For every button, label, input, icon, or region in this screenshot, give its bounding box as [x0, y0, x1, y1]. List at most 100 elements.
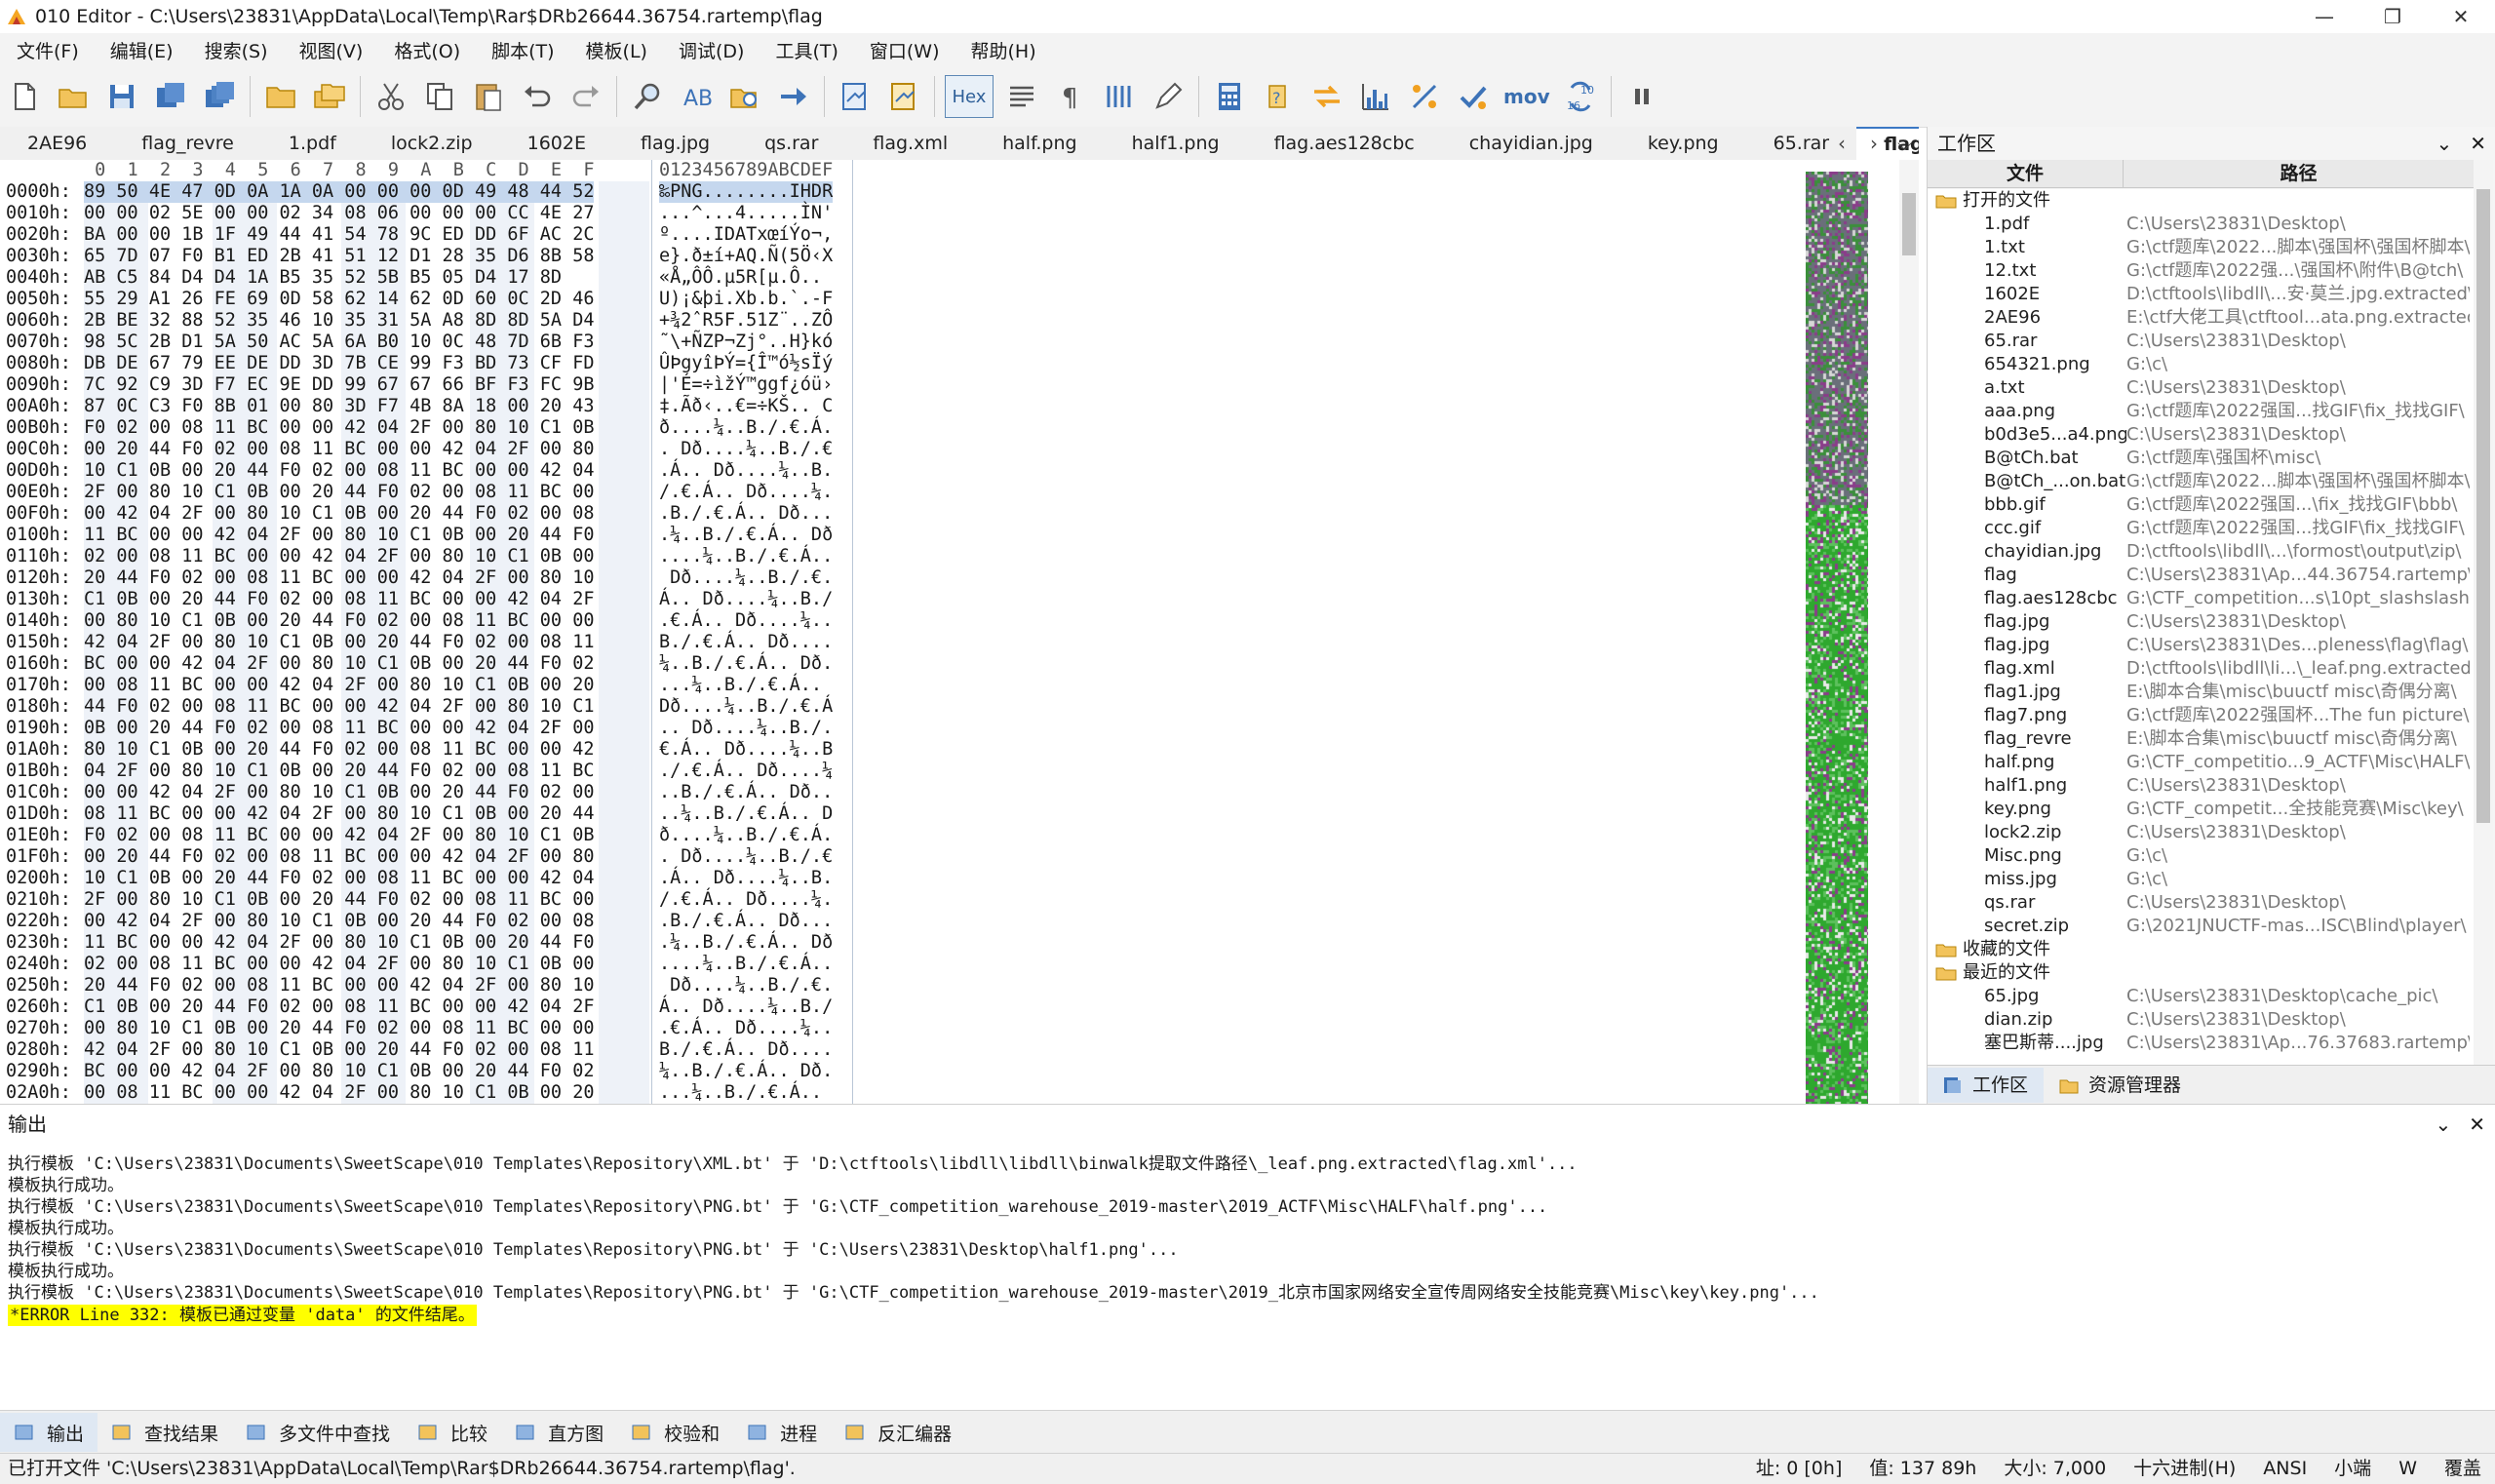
- row-hex-bytes[interactable]: 10 C1 0B 00 20 44 F0 02 00 08 11 BC 00 0…: [84, 460, 594, 482]
- row-hex-bytes[interactable]: F0 02 00 08 11 BC 00 00 42 04 2F 00 80 1…: [84, 825, 594, 846]
- workspace-file-row[interactable]: half.png G:\CTF_competitio...9_ACTF\Misc\…: [1928, 751, 2474, 774]
- row-ascii[interactable]: ..¼..B./.€.Á.. D: [659, 803, 833, 825]
- row-ascii[interactable]: .€.Á.. Dð....¼..: [659, 610, 833, 632]
- workspace-file-row[interactable]: ccc.gif G:\ctf题库\2022强国...找GIF\fix_找找GIF\: [1928, 517, 2474, 540]
- maximize-button[interactable]: ❐: [2359, 0, 2427, 33]
- row-hex-bytes[interactable]: 00 00 02 5E 00 00 02 34 08 06 00 00 00 C…: [84, 203, 594, 224]
- column-file[interactable]: 文件: [1928, 160, 2124, 187]
- hex-editor[interactable]: 0 1 2 3 4 5 6 7 8 9 A B C D E F 01234567…: [0, 160, 1919, 1104]
- row-hex-bytes[interactable]: 42 04 2F 00 80 10 C1 0B 00 20 44 F0 02 0…: [84, 632, 594, 653]
- workspace-file-row[interactable]: flag7.png G:\ctf题库\2022强国杯...The fun pict…: [1928, 704, 2474, 727]
- copy-button[interactable]: [418, 73, 461, 120]
- workspace-file-row[interactable]: 654321.png G:\c\: [1928, 353, 2474, 376]
- row-ascii[interactable]: Dð....¼..B./.€.: [659, 975, 833, 996]
- row-ascii[interactable]: B./.€.Á.. Dð....: [659, 1039, 833, 1061]
- menu-item[interactable]: 文件(F): [0, 37, 94, 63]
- row-ascii[interactable]: .. Dð....¼..B./.: [659, 718, 833, 739]
- workspace-group[interactable]: 收藏的文件: [1935, 938, 2050, 961]
- workspace-file-list[interactable]: 打开的文件 1.pdf C:\Users\23831\Desktop\ 1.txt G:…: [1928, 189, 2474, 1065]
- bottom-tab[interactable]: 直方图: [501, 1413, 617, 1452]
- row-hex-bytes[interactable]: BC 00 00 42 04 2F 00 80 10 C1 0B 00 20 4…: [84, 1061, 594, 1082]
- row-hex-bytes[interactable]: 00 42 04 2F 00 80 10 C1 0B 00 20 44 F0 0…: [84, 911, 594, 932]
- file-tab[interactable]: half.png: [975, 127, 1104, 160]
- row-ascii[interactable]: «Å„ÔÔ.µ5R[µ.Ô..: [659, 267, 822, 289]
- undo-button[interactable]: [516, 73, 559, 120]
- workspace-file-row[interactable]: flag C:\Users\23831\Ap...44.36754.rartemp…: [1928, 564, 2474, 587]
- columns-button[interactable]: [1098, 73, 1141, 120]
- disassembler-button[interactable]: mov: [1503, 85, 1550, 108]
- open-folder-button[interactable]: [259, 73, 302, 120]
- row-ascii[interactable]: ....¼..B./.€.Á..: [659, 546, 833, 567]
- status-mode[interactable]: 十六进制(H): [2120, 1454, 2249, 1484]
- histogram-button[interactable]: [1354, 73, 1397, 120]
- status-overwrite[interactable]: 覆盖: [2431, 1454, 2495, 1484]
- tab-workspace[interactable]: 工作区: [1928, 1068, 2045, 1103]
- workspace-file-row[interactable]: 1.pdf C:\Users\23831\Desktop\: [1928, 213, 2474, 236]
- compare-button[interactable]: [1306, 73, 1348, 120]
- calculator-button[interactable]: [1208, 73, 1251, 120]
- workspace-file-row[interactable]: flag.jpg C:\Users\23831\Des...pleness\fla…: [1928, 634, 2474, 657]
- menu-item[interactable]: 调试(D): [662, 37, 759, 63]
- file-tab[interactable]: lock2.zip: [364, 127, 500, 160]
- file-tab[interactable]: flag_revre: [114, 127, 261, 160]
- row-ascii[interactable]: ‡.Ãð‹..€=÷KŠ.. C: [659, 396, 833, 417]
- row-ascii[interactable]: .Á.. Dð....¼..B.: [659, 868, 833, 889]
- row-ascii[interactable]: ÛÞgyîÞÝ={Î™ó½sÏý: [659, 353, 833, 374]
- row-hex-bytes[interactable]: 08 11 BC 00 00 42 04 2F 00 80 10 C1 0B 0…: [84, 803, 594, 825]
- status-encoding[interactable]: ANSI: [2249, 1454, 2320, 1484]
- row-ascii[interactable]: ¼..B./.€.Á.. Dð.: [659, 653, 833, 675]
- tab-next-icon[interactable]: ›: [1870, 127, 1878, 160]
- row-hex-bytes[interactable]: 65 7D 07 F0 B1 ED 2B 41 51 12 D1 28 35 D…: [84, 246, 594, 267]
- file-tab[interactable]: 1.pdf: [261, 127, 364, 160]
- row-ascii[interactable]: . Dð....¼..B./.€: [659, 846, 833, 868]
- row-hex-bytes[interactable]: BA 00 00 1B 1F 49 44 41 54 78 9C ED DD 6…: [84, 224, 594, 246]
- row-hex-bytes[interactable]: 80 10 C1 0B 00 20 44 F0 02 00 08 11 BC 0…: [84, 739, 594, 761]
- workspace-file-row[interactable]: 65.jpg C:\Users\23831\Desktop\cache_pic\: [1928, 985, 2474, 1008]
- menu-item[interactable]: 格式(O): [377, 37, 475, 63]
- row-hex-bytes[interactable]: 0B 00 20 44 F0 02 00 08 11 BC 00 00 42 0…: [84, 718, 594, 739]
- hex-vertical-scrollbar[interactable]: [1899, 160, 1919, 1104]
- workspace-file-row[interactable]: chayidian.jpg D:\ctftools\libdll\...\form…: [1928, 540, 2474, 564]
- workspace-file-row[interactable]: flag.xml D:\ctftools\libdll\li...\_leaf.p…: [1928, 657, 2474, 681]
- hex-scroll-thumb[interactable]: [1902, 193, 1916, 255]
- menu-item[interactable]: 编辑(E): [94, 37, 188, 63]
- row-ascii[interactable]: e}.ð±í+AQ.Ñ(5Ö‹X: [659, 246, 833, 267]
- bottom-tab[interactable]: 多文件中查找: [232, 1413, 404, 1452]
- file-tab[interactable]: 1602E: [500, 127, 613, 160]
- file-tab[interactable]: qs.rar: [737, 127, 845, 160]
- row-hex-bytes[interactable]: 00 20 44 F0 02 00 08 11 BC 00 00 42 04 2…: [84, 846, 594, 868]
- row-ascii[interactable]: ð....¼..B./.€.Á.: [659, 825, 833, 846]
- row-hex-bytes[interactable]: 00 42 04 2F 00 80 10 C1 0B 00 20 44 F0 0…: [84, 503, 594, 525]
- row-ascii[interactable]: €.Á.. Dð....¼..B: [659, 739, 833, 761]
- row-ascii[interactable]: /.€.Á.. Dð....¼.: [659, 482, 833, 503]
- workspace-file-row[interactable]: Misc.png G:\c\: [1928, 844, 2474, 868]
- workspace-file-row[interactable]: dian.zip C:\Users\23831\Desktop\: [1928, 1008, 2474, 1032]
- workspace-file-row[interactable]: flag.jpg C:\Users\23831\Desktop\: [1928, 610, 2474, 634]
- tab-explorer[interactable]: 资源管理器: [2044, 1068, 2197, 1103]
- minimize-button[interactable]: —: [2290, 0, 2359, 33]
- text-mode-button[interactable]: [1000, 73, 1043, 120]
- workspace-file-row[interactable]: miss.jpg G:\c\: [1928, 868, 2474, 891]
- run-script-button[interactable]: [882, 73, 925, 120]
- new-file-button[interactable]: [3, 73, 46, 120]
- save-button[interactable]: [100, 73, 143, 120]
- workspace-group[interactable]: 打开的文件: [1935, 189, 2050, 213]
- row-ascii[interactable]: ...^...4.....ÌN': [659, 203, 833, 224]
- file-tab[interactable]: chayidian.jpg: [1442, 127, 1620, 160]
- workspace-group[interactable]: 最近的文件: [1935, 961, 2050, 985]
- menu-item[interactable]: 视图(V): [283, 37, 378, 63]
- row-ascii[interactable]: ..B./.€.Á.. Dð..: [659, 782, 833, 803]
- row-hex-bytes[interactable]: 00 80 10 C1 0B 00 20 44 F0 02 00 08 11 B…: [84, 1018, 594, 1039]
- row-hex-bytes[interactable]: 2F 00 80 10 C1 0B 00 20 44 F0 02 00 08 1…: [84, 889, 594, 911]
- workspace-folder-button[interactable]: [308, 73, 351, 120]
- row-ascii[interactable]: .€.Á.. Dð....¼..: [659, 1018, 833, 1039]
- row-hex-bytes[interactable]: 98 5C 2B D1 5A 50 AC 5A 6A B0 10 0C 48 7…: [84, 332, 594, 353]
- cut-button[interactable]: [370, 73, 412, 120]
- row-hex-bytes[interactable]: 02 00 08 11 BC 00 00 42 04 2F 00 80 10 C…: [84, 954, 594, 975]
- bottom-tab[interactable]: 输出: [0, 1413, 98, 1452]
- row-ascii[interactable]: |'É=÷ìžÝ™ggf¿óü›: [659, 374, 833, 396]
- run-template-button[interactable]: [834, 73, 877, 120]
- close-window-button[interactable]: ✕: [2427, 0, 2495, 33]
- row-hex-bytes[interactable]: 00 08 11 BC 00 00 42 04 2F 00 80 10 C1 0…: [84, 1082, 594, 1104]
- row-ascii[interactable]: .¼..B./.€.Á.. Dð: [659, 932, 833, 954]
